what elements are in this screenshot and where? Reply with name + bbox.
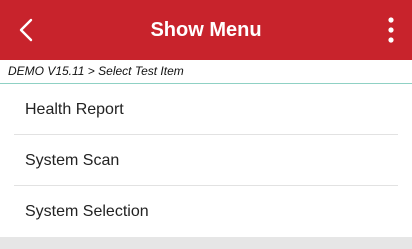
breadcrumb: DEMO V15.11 > Select Test Item — [8, 64, 184, 78]
menu-item-label: System Selection — [25, 203, 149, 220]
test-item-menu: Health Report System Scan System Selecti… — [0, 84, 412, 237]
menu-item-system-scan[interactable]: System Scan — [0, 135, 412, 186]
menu-item-label: Health Report — [25, 101, 124, 118]
breadcrumb-bar: DEMO V15.11 > Select Test Item — [0, 60, 412, 84]
menu-item-health-report[interactable]: Health Report — [0, 84, 412, 135]
menu-item-system-selection[interactable]: System Selection — [0, 186, 412, 237]
next-item-partial — [0, 237, 412, 249]
chevron-left-icon — [19, 18, 33, 42]
page-title: Show Menu — [150, 19, 262, 41]
more-vertical-icon — [388, 17, 394, 43]
more-options-button[interactable] — [380, 12, 402, 48]
app-bar: Show Menu — [0, 0, 412, 60]
menu-item-label: System Scan — [25, 152, 120, 169]
back-button[interactable] — [12, 12, 42, 48]
